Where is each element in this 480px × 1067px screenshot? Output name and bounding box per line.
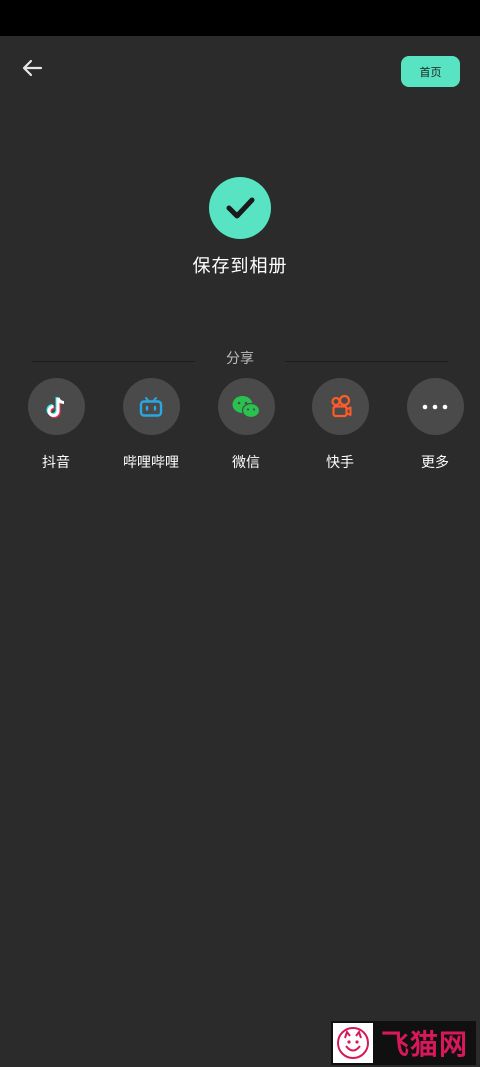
share-name: 更多: [421, 455, 449, 471]
share-name: 快手: [326, 455, 354, 471]
share-name: 哔哩哔哩: [123, 455, 179, 471]
share-circle: [217, 378, 275, 435]
wechat-icon: [232, 395, 261, 418]
share-circle: [406, 378, 464, 435]
share-wechat[interactable]: 微信: [201, 378, 291, 472]
share-douyin[interactable]: 抖音: [11, 378, 101, 472]
share-circle: [122, 378, 180, 435]
share-kuaishou[interactable]: 快手: [295, 378, 385, 472]
share-circle: [311, 378, 369, 435]
bilibili-icon: [139, 396, 163, 417]
share-circle: [27, 378, 85, 435]
saved-title: 保存到相册: [192, 256, 288, 277]
share-label: 分享: [226, 351, 254, 367]
watermark: 飞猫网: [331, 1021, 476, 1065]
douyin-icon: [46, 396, 65, 418]
success-badge: [209, 177, 271, 239]
share-more[interactable]: 更多: [390, 378, 480, 472]
cat-logo-icon: [337, 1027, 369, 1059]
home-button[interactable]: 首页: [401, 56, 460, 87]
share-name: 微信: [232, 455, 260, 471]
arrow-left-icon: [22, 59, 43, 77]
more-icon: [422, 404, 448, 409]
divider-right: [285, 361, 448, 362]
kuaishou-icon: [331, 394, 352, 417]
share-name: 抖音: [42, 455, 70, 471]
watermark-text: 飞猫网: [380, 1028, 468, 1061]
watermark-logo: [333, 1023, 373, 1063]
share-bilibili[interactable]: 哔哩哔哩: [106, 378, 196, 472]
status-bar: [0, 0, 480, 36]
back-button[interactable]: [16, 52, 50, 86]
check-icon: [226, 197, 255, 219]
